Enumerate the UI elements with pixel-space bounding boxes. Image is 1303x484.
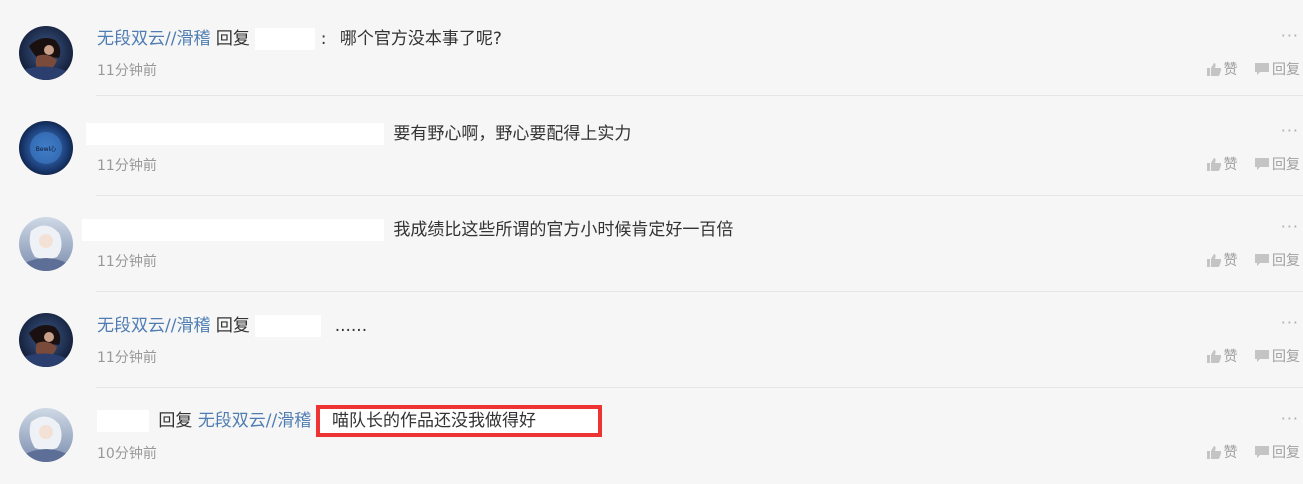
like-label: 赞 (1223, 253, 1238, 269)
reply-target-link[interactable]: 无段双云//滑稽 (198, 411, 311, 431)
username-link[interactable]: 无段双云//滑稽 (97, 316, 210, 336)
thumbs-up-icon (1206, 63, 1221, 76)
like-button[interactable]: 赞 (1206, 59, 1238, 79)
thumbs-up-icon (1206, 350, 1221, 363)
like-button[interactable]: 赞 (1206, 442, 1238, 462)
masked-username (86, 123, 384, 145)
masked-username (255, 315, 322, 337)
comment-text: ...... (334, 316, 368, 336)
comment-text: 喵队长的作品还没我做得好 (332, 411, 536, 431)
comment-line: 回复 无段双云//滑稽 (97, 410, 311, 432)
reply-button[interactable]: 回复 (1254, 59, 1300, 79)
comment-line: 无段双云//滑稽 回复 : 哪个官方没本事了呢? (97, 28, 502, 50)
comment-row: 回复 无段双云//滑稽 喵队长的作品还没我做得好 10分钟前 ··· 赞 回复 (0, 388, 1303, 484)
comment-time: 11分钟前 (97, 158, 157, 174)
reply-button[interactable]: 回复 (1254, 442, 1300, 462)
comment-line: 我成绩比这些所谓的官方小时候肯定好一百倍 (82, 219, 733, 241)
reply-label: 回复 (1272, 253, 1300, 269)
comment-row: 无段双云//滑稽 回复 ...... 11分钟前 ··· 赞 回复 (0, 292, 1303, 388)
comment-icon (1255, 254, 1269, 266)
reply-label: 回复 (1272, 62, 1300, 78)
comment-row: Bewl心 要有野心啊，野心要配得上实力 11分钟前 ··· 赞 回复 (0, 100, 1303, 196)
more-icon[interactable]: ··· (1281, 217, 1299, 236)
thumbs-up-icon (1206, 446, 1221, 459)
comment-icon (1255, 350, 1269, 362)
comment-actions: 赞 回复 (1194, 59, 1300, 80)
avatar[interactable] (19, 408, 73, 462)
comment-time: 11分钟前 (97, 254, 157, 270)
comment-actions: 赞 回复 (1194, 154, 1300, 175)
comment-row: 我成绩比这些所谓的官方小时候肯定好一百倍 11分钟前 ··· 赞 回复 (0, 196, 1303, 292)
comment-actions: 赞 回复 (1194, 250, 1300, 271)
comment-icon (1255, 446, 1269, 458)
masked-username (255, 28, 316, 50)
thumbs-up-icon (1206, 158, 1221, 171)
more-icon[interactable]: ··· (1281, 409, 1299, 428)
comment-icon (1255, 63, 1269, 75)
comment-actions: 赞 回复 (1194, 442, 1300, 463)
comment-text: 我成绩比这些所谓的官方小时候肯定好一百倍 (393, 220, 734, 240)
like-button[interactable]: 赞 (1206, 154, 1238, 174)
reply-word: 回复 (158, 411, 193, 431)
reply-label: 回复 (1272, 157, 1300, 173)
more-icon[interactable]: ··· (1281, 121, 1299, 140)
comment-line: 要有野心啊，野心要配得上实力 (86, 123, 631, 145)
avatar[interactable] (19, 313, 73, 367)
reply-label: 回复 (1272, 445, 1300, 461)
comment-line: 无段双云//滑稽 回复 ...... (97, 315, 367, 337)
like-label: 赞 (1223, 349, 1238, 365)
masked-username (82, 219, 384, 241)
avatar[interactable]: Bewl心 (19, 121, 73, 175)
like-label: 赞 (1223, 62, 1238, 78)
reply-button[interactable]: 回复 (1254, 346, 1300, 366)
reply-word: 回复 (215, 29, 250, 49)
comment-actions: 赞 回复 (1194, 346, 1300, 367)
like-label: 赞 (1223, 445, 1238, 461)
separator: : (320, 29, 327, 49)
comment-text: 哪个官方没本事了呢? (339, 29, 502, 49)
like-button[interactable]: 赞 (1206, 250, 1238, 270)
comment-time: 10分钟前 (97, 446, 157, 462)
comment-icon (1255, 158, 1269, 170)
comment-list: 无段双云//滑稽 回复 : 哪个官方没本事了呢? 11分钟前 ··· 赞 回复 (0, 0, 1303, 484)
like-label: 赞 (1223, 157, 1238, 173)
comment-row: 无段双云//滑稽 回复 : 哪个官方没本事了呢? 11分钟前 ··· 赞 回复 (0, 0, 1303, 96)
like-button[interactable]: 赞 (1206, 346, 1238, 366)
reply-button[interactable]: 回复 (1254, 250, 1300, 270)
avatar-text: Bewl心 (36, 146, 56, 153)
divider (96, 95, 1303, 96)
comment-time: 11分钟前 (97, 350, 157, 366)
username-link[interactable]: 无段双云//滑稽 (97, 29, 210, 49)
thumbs-up-icon (1206, 254, 1221, 267)
reply-label: 回复 (1272, 349, 1300, 365)
reply-button[interactable]: 回复 (1254, 154, 1300, 174)
more-icon[interactable]: ··· (1281, 313, 1299, 332)
avatar[interactable] (19, 26, 73, 80)
avatar[interactable] (19, 217, 73, 271)
comment-time: 11分钟前 (97, 63, 157, 79)
reply-word: 回复 (215, 316, 250, 336)
comment-text: 要有野心啊，野心要配得上实力 (393, 124, 632, 144)
more-icon[interactable]: ··· (1281, 26, 1299, 45)
masked-username (97, 410, 149, 432)
